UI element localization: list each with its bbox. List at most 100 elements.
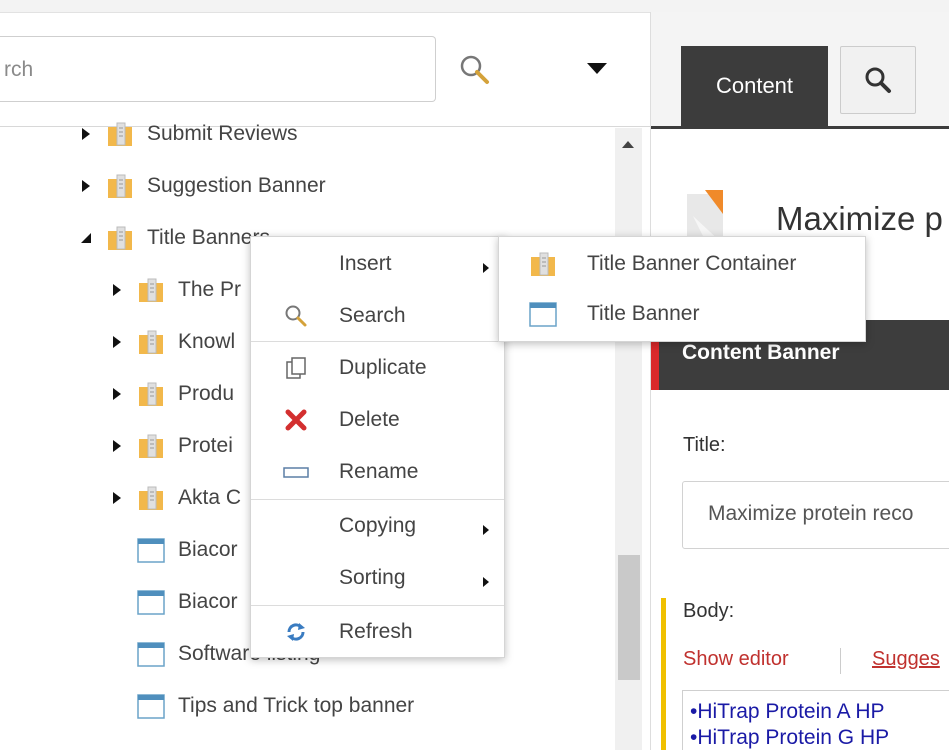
scroll-up-arrow-icon[interactable] <box>618 138 638 152</box>
menu-item-search[interactable]: Search <box>251 291 504 341</box>
body-line: •HiTrap Protein A HP <box>690 700 885 723</box>
expand-arrow-icon[interactable] <box>106 280 128 300</box>
menu-item-duplicate[interactable]: Duplicate <box>251 343 504 393</box>
search-dropdown-button[interactable] <box>585 60 609 76</box>
menu-separator <box>251 605 504 606</box>
banner-item-icon <box>136 691 166 721</box>
tree-item-label: Knowl <box>178 330 236 353</box>
link-separator <box>840 648 841 674</box>
search-button[interactable] <box>455 50 495 90</box>
menu-item-label: Sorting <box>339 566 406 589</box>
refresh-icon <box>281 617 311 647</box>
magnifier-icon <box>281 301 311 331</box>
tree-item[interactable]: The Pr <box>106 270 241 310</box>
section-title: Content Banner <box>682 341 840 364</box>
menu-item-insert[interactable]: Insert <box>251 239 504 289</box>
tree-item-label: Produ <box>178 382 235 405</box>
folder-icon <box>105 119 135 149</box>
submenu-item-label: Title Banner Container <box>587 252 797 275</box>
show-editor-link[interactable]: Show editor <box>683 648 789 671</box>
menu-item-rename[interactable]: Rename <box>251 447 504 497</box>
menu-item-label: Rename <box>339 460 419 483</box>
tree-item[interactable]: Produ <box>106 374 234 414</box>
menu-separator <box>251 341 504 342</box>
menu-item-label: Duplicate <box>339 356 427 379</box>
expand-arrow-icon[interactable] <box>106 332 128 352</box>
tree-item-label: Biacor <box>178 538 238 561</box>
body-line: •HiTrap Protein G HP <box>690 726 890 749</box>
tree-item-suggestion-banner[interactable]: Suggestion Banner <box>75 166 326 206</box>
tree-item-label: Protei <box>178 434 233 457</box>
insert-submenu: Title Banner Container Title Banner <box>498 236 866 342</box>
title-field-value: Maximize protein reco <box>708 502 914 525</box>
tree-item-label: Tips and Trick top banner <box>178 694 415 717</box>
tree-item-label: Akta C <box>178 486 242 509</box>
tree-item[interactable]: Biacor <box>136 530 238 570</box>
body-field-accent <box>661 598 666 750</box>
tree-item[interactable]: Protei <box>106 426 233 466</box>
scrollbar-thumb[interactable] <box>618 555 640 680</box>
tree-item[interactable]: Biacor <box>136 582 238 622</box>
banner-item-icon <box>136 587 166 617</box>
menu-item-sorting[interactable]: Sorting <box>251 553 504 603</box>
expand-arrow-icon[interactable] <box>106 384 128 404</box>
tab-label: Content <box>715 73 794 98</box>
menu-item-label: Copying <box>339 514 417 537</box>
rename-icon <box>281 457 311 487</box>
submenu-item-title-banner[interactable]: Title Banner <box>499 289 865 339</box>
folder-icon <box>527 248 559 280</box>
menu-item-refresh[interactable]: Refresh <box>251 607 504 657</box>
triangle-down-icon <box>587 63 607 74</box>
submenu-arrow-icon <box>481 571 491 587</box>
tab-search[interactable] <box>840 46 916 114</box>
item-title: Maximize p <box>776 200 943 237</box>
tree-item-title-banners[interactable]: Title Banners <box>75 218 270 258</box>
suggest-link[interactable]: Sugges <box>872 648 940 671</box>
folder-icon <box>136 327 166 357</box>
expand-arrow-icon[interactable] <box>106 436 128 456</box>
search-icon <box>865 67 891 93</box>
expand-arrow-icon[interactable] <box>75 176 97 196</box>
body-field-label: Body: <box>683 600 735 622</box>
banner-item-icon <box>136 535 166 565</box>
menu-item-label: Delete <box>339 408 400 431</box>
folder-icon <box>136 275 166 305</box>
tree-item-tips-and-trick[interactable]: Tips and Trick top banner <box>136 686 414 726</box>
folder-icon <box>136 483 166 513</box>
submenu-arrow-icon <box>481 257 491 273</box>
collapse-arrow-icon[interactable] <box>75 228 97 248</box>
banner-item-icon <box>527 298 559 330</box>
tree-item-submit-reviews[interactable]: Submit Reviews <box>75 114 298 154</box>
folder-icon <box>136 379 166 409</box>
folder-icon <box>105 171 135 201</box>
tab-underline <box>651 126 949 129</box>
search-input[interactable] <box>0 37 426 103</box>
menu-item-delete[interactable]: Delete <box>251 395 504 445</box>
submenu-arrow-icon <box>481 519 491 535</box>
banner-item-icon <box>136 639 166 669</box>
tree-item-label: Suggestion Banner <box>147 174 326 197</box>
search-box <box>0 36 436 103</box>
menu-item-label: Insert <box>339 252 392 275</box>
folder-icon <box>105 223 135 253</box>
tree-item[interactable]: Knowl <box>106 322 235 362</box>
tree-item-label: Biacor <box>178 590 238 613</box>
submenu-item-label: Title Banner <box>587 302 700 325</box>
menu-item-label: Search <box>339 304 406 327</box>
title-field-label: Title: <box>683 434 726 456</box>
menu-separator <box>251 499 504 500</box>
menu-item-label: Refresh <box>339 620 413 643</box>
tab-content[interactable]: Content <box>681 46 828 126</box>
expand-arrow-icon[interactable] <box>106 488 128 508</box>
magnifier-icon <box>460 55 489 84</box>
expand-arrow-icon[interactable] <box>75 124 97 144</box>
tree-item[interactable]: Akta C <box>106 478 241 518</box>
delete-icon <box>281 405 311 435</box>
submenu-item-title-banner-container[interactable]: Title Banner Container <box>499 239 865 289</box>
context-menu: Insert Search Duplicate Delete Rename Co… <box>250 236 505 658</box>
duplicate-icon <box>281 353 311 383</box>
tree-item-label: Submit Reviews <box>147 122 298 145</box>
menu-item-copying[interactable]: Copying <box>251 501 504 551</box>
tree-item-label: The Pr <box>178 278 242 301</box>
folder-icon <box>136 431 166 461</box>
